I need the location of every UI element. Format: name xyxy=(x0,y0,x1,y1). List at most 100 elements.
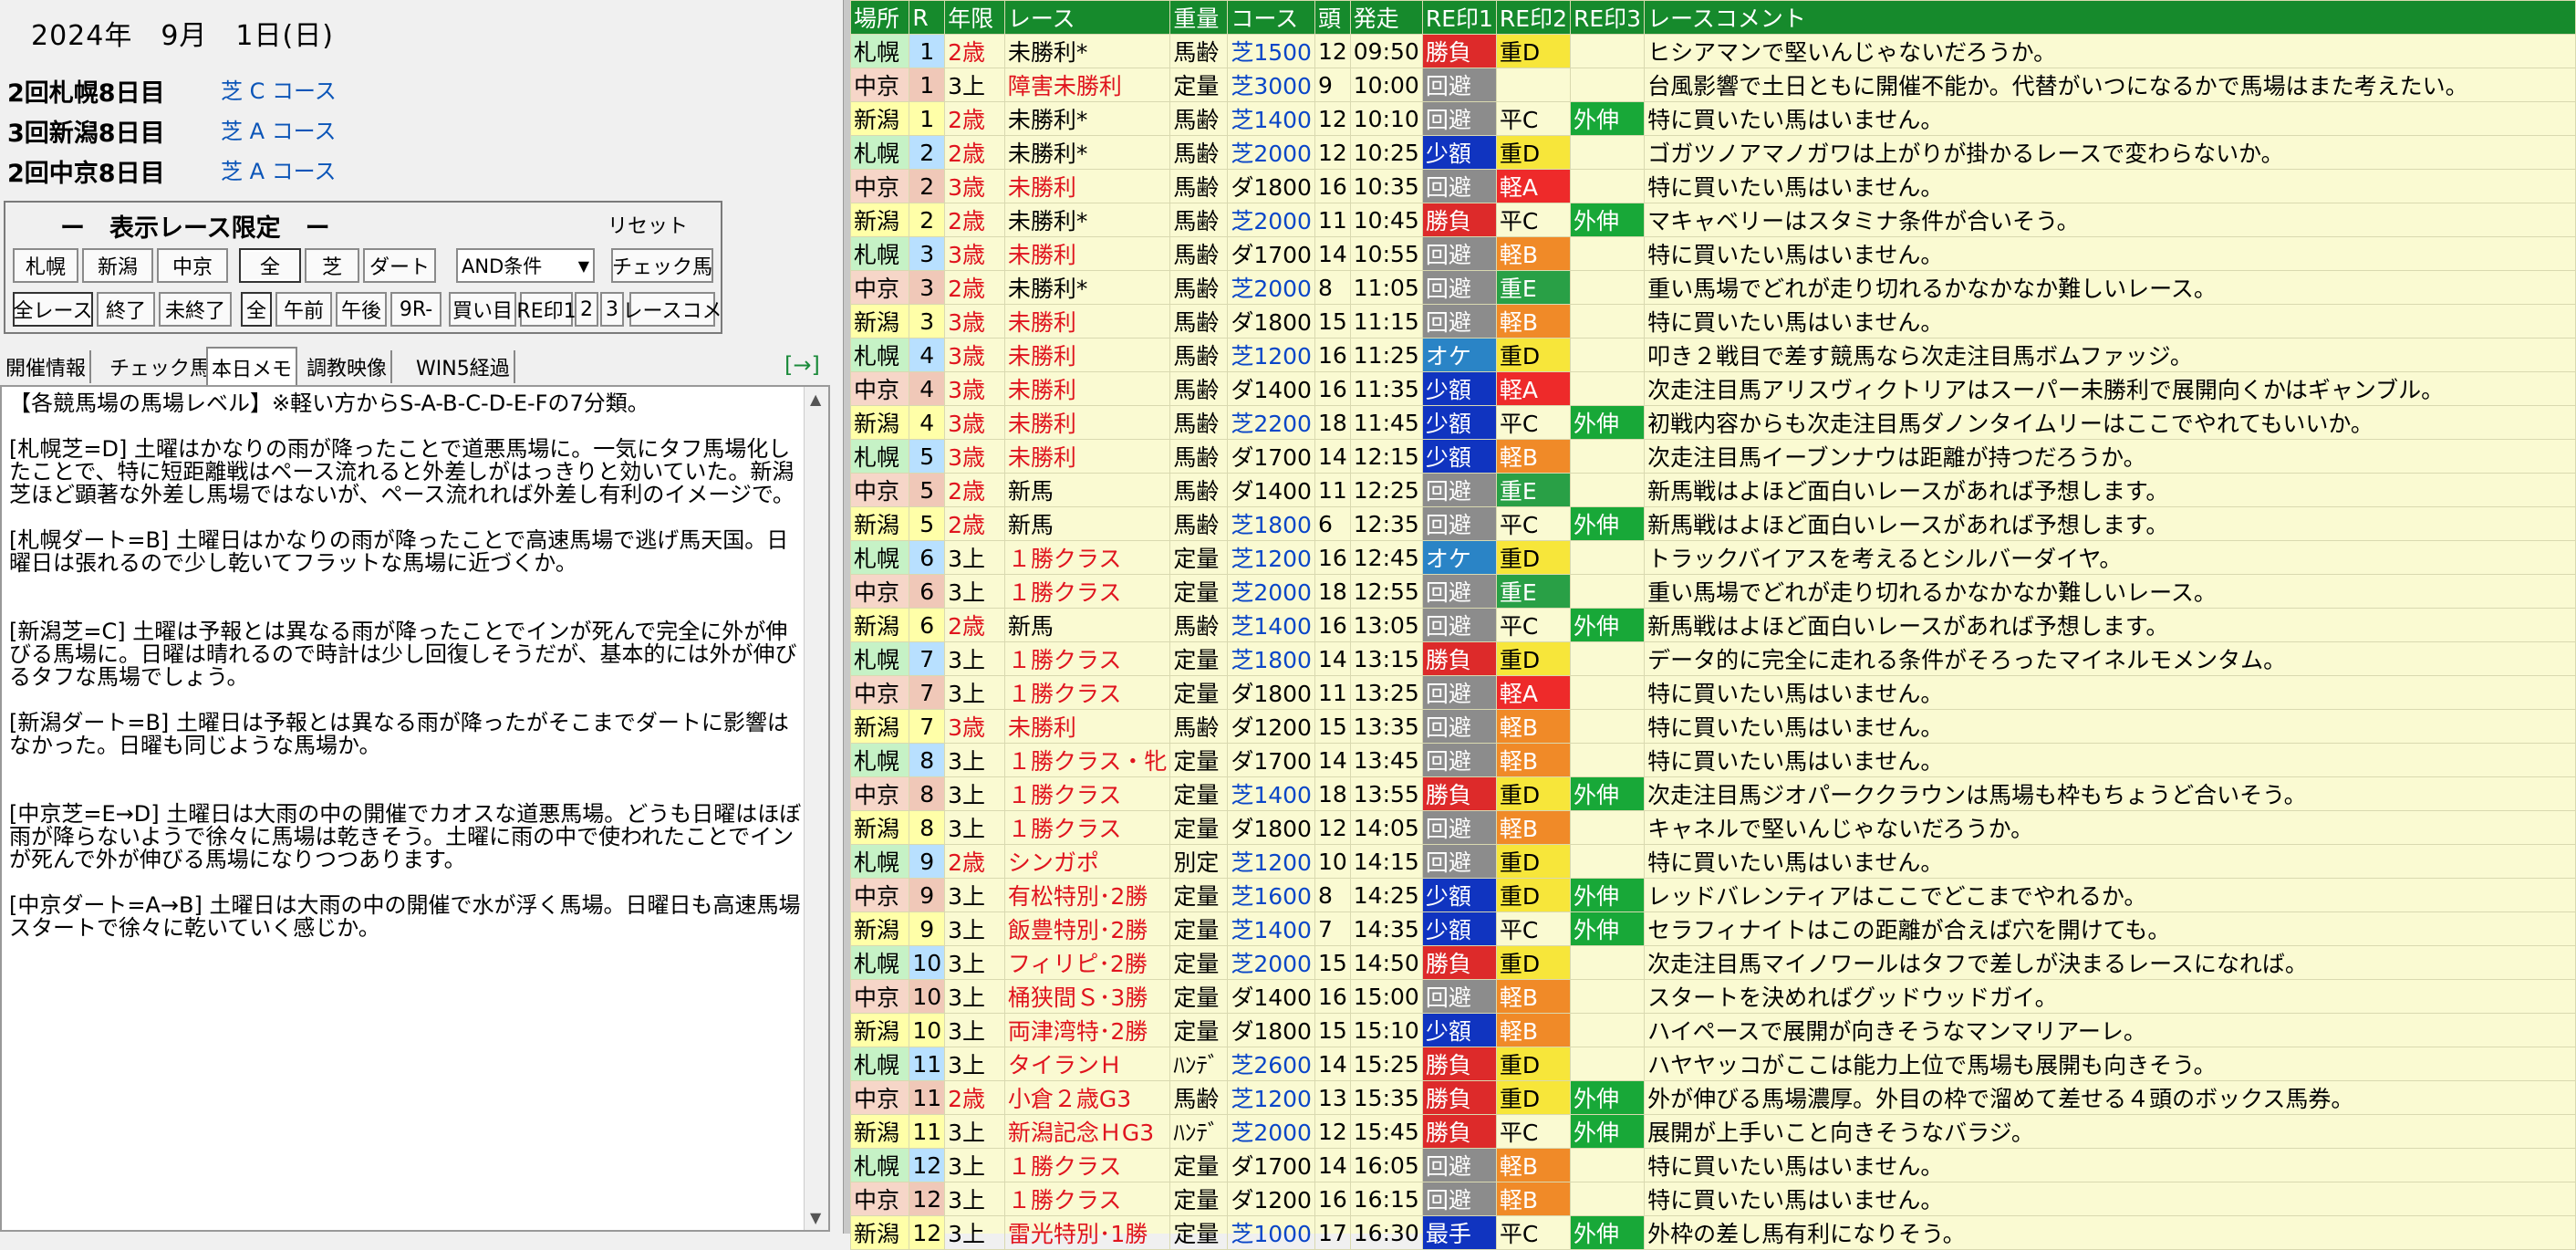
race-comment-cell[interactable]: セラフィナイトはこの距離が合えば穴を開けても。 xyxy=(1644,911,2576,946)
venue-cell[interactable]: 札幌 xyxy=(849,1047,910,1081)
table-row[interactable]: 中京 3 2歳 未勝利* 馬齢 芝2000 8 11:05 回避 重E 重い馬場でどれが走り切れるか… xyxy=(849,270,2576,305)
weight-cell[interactable]: 定量 xyxy=(1169,1013,1229,1047)
age-cell[interactable]: 3上 xyxy=(944,68,1005,102)
race-name-cell[interactable]: １勝クラス xyxy=(1003,810,1171,845)
weight-cell[interactable]: 馬齢 xyxy=(1169,405,1229,440)
race-comment-cell[interactable]: 外枠の差し馬有利になりそう。 xyxy=(1644,1215,2576,1250)
race-name-cell[interactable]: １勝クラス xyxy=(1003,641,1171,676)
rec3-cell[interactable] xyxy=(1569,574,1646,609)
rec3-cell[interactable] xyxy=(1569,979,1646,1014)
age-cell[interactable]: 3上 xyxy=(944,1148,1005,1182)
rec1-cell[interactable]: 回避 xyxy=(1421,473,1497,507)
start-time-cell[interactable]: 15:00 xyxy=(1349,979,1423,1014)
course-cell[interactable]: ダ1700 xyxy=(1227,743,1315,777)
rec1-cell[interactable]: 回避 xyxy=(1421,608,1497,642)
rec3-cell[interactable] xyxy=(1569,844,1646,879)
start-time-cell[interactable]: 14:50 xyxy=(1349,945,1423,980)
age-cell[interactable]: 2歳 xyxy=(944,473,1005,507)
rec2-cell[interactable]: 平C xyxy=(1495,911,1571,946)
venue-cell[interactable]: 中京 xyxy=(849,574,910,609)
rec1-cell[interactable]: 勝負 xyxy=(1421,34,1497,68)
rec2-cell[interactable]: 重D xyxy=(1495,34,1571,68)
venue-cell[interactable]: 札幌 xyxy=(849,1148,910,1182)
rec2-cell[interactable]: 重D xyxy=(1495,878,1571,912)
age-cell[interactable]: 3上 xyxy=(944,540,1005,575)
start-time-cell[interactable]: 15:35 xyxy=(1349,1080,1423,1115)
start-time-cell[interactable]: 15:10 xyxy=(1349,1013,1423,1047)
race-name-cell[interactable]: 未勝利 xyxy=(1003,709,1171,744)
venue-cell[interactable]: 札幌 xyxy=(849,743,910,777)
race-number-cell[interactable]: 6 xyxy=(909,574,946,609)
age-cell[interactable]: 3上 xyxy=(944,1182,1005,1216)
venue-cell[interactable]: 中京 xyxy=(849,979,910,1014)
filter-venue-sapporo[interactable]: 札幌 xyxy=(13,248,78,283)
runners-cell[interactable]: 6 xyxy=(1314,506,1351,541)
weight-cell[interactable]: 馬齢 xyxy=(1169,439,1229,474)
rec1-cell[interactable]: 回避 xyxy=(1421,270,1497,305)
runners-cell[interactable]: 14 xyxy=(1314,439,1351,474)
age-cell[interactable]: 3歳 xyxy=(944,338,1005,372)
weight-cell[interactable]: 馬齢 xyxy=(1169,473,1229,507)
filter-time-9r[interactable]: 9R- xyxy=(390,292,441,327)
header-weight[interactable]: 重量 xyxy=(1169,0,1229,35)
table-row[interactable]: 新潟 6 2歳 新馬 馬齢 芝1400 16 13:05 回避 平C 外伸 新馬戦はよほど面白いレース… xyxy=(849,608,2576,642)
table-row[interactable]: 中京 8 3上 １勝クラス 定量 芝1400 18 13:55 勝負 重D 外伸 次走注目馬ジオパーク… xyxy=(849,776,2576,811)
course-cell[interactable]: 芝1500 xyxy=(1227,34,1315,68)
race-name-cell[interactable]: フィリピ･2勝 xyxy=(1003,945,1171,980)
rec2-cell[interactable]: 軽B xyxy=(1495,236,1571,271)
runners-cell[interactable]: 16 xyxy=(1314,540,1351,575)
course-cell[interactable]: ダ1400 xyxy=(1227,473,1315,507)
race-number-cell[interactable]: 11 xyxy=(909,1114,946,1149)
weight-cell[interactable]: 定量 xyxy=(1169,641,1229,676)
runners-cell[interactable]: 13 xyxy=(1314,1080,1351,1115)
rec2-cell[interactable]: 軽B xyxy=(1495,1013,1571,1047)
venue-cell[interactable]: 札幌 xyxy=(849,945,910,980)
table-row[interactable]: 新潟 12 3上 雷光特別･1勝 定量 芝1000 17 16:30 最手 平C 外伸 外枠の差し馬有… xyxy=(849,1215,2576,1250)
age-cell[interactable]: 3歳 xyxy=(944,709,1005,744)
filter-time-am[interactable]: 午前 xyxy=(275,292,332,327)
course-cell[interactable]: 芝1800 xyxy=(1227,641,1315,676)
age-cell[interactable]: 2歳 xyxy=(944,270,1005,305)
table-row[interactable]: 中京 10 3上 桶狭間Ｓ･3勝 定量 ダ1400 16 15:00 回避 軽B スタートを決めれば… xyxy=(849,979,2576,1014)
race-name-cell[interactable]: 新潟記念ＨG3 xyxy=(1003,1114,1171,1149)
runners-cell[interactable]: 14 xyxy=(1314,641,1351,676)
weight-cell[interactable]: 馬齢 xyxy=(1169,34,1229,68)
weight-cell[interactable]: ﾊﾝﾃﾞ xyxy=(1169,1114,1229,1149)
race-comment-cell[interactable]: 特に買いたい馬はいません。 xyxy=(1644,169,2576,203)
venue-cell[interactable]: 札幌 xyxy=(849,641,910,676)
start-time-cell[interactable]: 11:05 xyxy=(1349,270,1423,305)
runners-cell[interactable]: 7 xyxy=(1314,911,1351,946)
rec3-cell[interactable]: 外伸 xyxy=(1569,1215,1646,1250)
venue-cell[interactable]: 新潟 xyxy=(849,709,910,744)
runners-cell[interactable]: 14 xyxy=(1314,1148,1351,1182)
weight-cell[interactable]: ﾊﾝﾃﾞ xyxy=(1169,1047,1229,1081)
rec2-cell[interactable]: 軽A xyxy=(1495,169,1571,203)
start-time-cell[interactable]: 14:15 xyxy=(1349,844,1423,879)
race-name-cell[interactable]: 小倉２歳G3 xyxy=(1003,1080,1171,1115)
expand-arrow-icon[interactable]: [→] xyxy=(784,352,820,378)
race-number-cell[interactable]: 10 xyxy=(909,945,946,980)
age-cell[interactable]: 3上 xyxy=(944,1047,1005,1081)
venue-cell[interactable]: 新潟 xyxy=(849,1215,910,1250)
tab-event-info[interactable]: 開催情報 xyxy=(2,350,92,383)
venue-cell[interactable]: 中京 xyxy=(849,675,910,710)
table-row[interactable]: 新潟 7 3歳 未勝利 馬齢 ダ1200 15 13:35 回避 軽B 特に買いたい馬はいません。 xyxy=(849,709,2576,744)
filter-venue-niigata[interactable]: 新潟 xyxy=(82,248,153,283)
age-cell[interactable]: 3歳 xyxy=(944,236,1005,271)
age-cell[interactable]: 3上 xyxy=(944,641,1005,676)
race-number-cell[interactable]: 6 xyxy=(909,608,946,642)
rec2-cell[interactable]: 平C xyxy=(1495,608,1571,642)
start-time-cell[interactable]: 16:15 xyxy=(1349,1182,1423,1216)
rec1-cell[interactable]: オケ xyxy=(1421,540,1497,575)
rec2-cell[interactable]: 平C xyxy=(1495,1114,1571,1149)
table-row[interactable]: 新潟 5 2歳 新馬 馬齢 芝1800 6 12:35 回避 平C 外伸 新馬戦はよほど面白いレースが… xyxy=(849,506,2576,541)
venue-cell[interactable]: 新潟 xyxy=(849,203,910,237)
header-age[interactable]: 年限 xyxy=(944,0,1005,35)
rec2-cell[interactable]: 平C xyxy=(1495,506,1571,541)
weight-cell[interactable]: 定量 xyxy=(1169,911,1229,946)
rec2-cell[interactable]: 重E xyxy=(1495,473,1571,507)
start-time-cell[interactable]: 14:35 xyxy=(1349,911,1423,946)
race-comment-cell[interactable]: ハヤヤッコがここは能力上位で馬場も展開も向きそう。 xyxy=(1644,1047,2576,1081)
header-rec3[interactable]: RE印3 xyxy=(1569,0,1646,35)
runners-cell[interactable]: 15 xyxy=(1314,1013,1351,1047)
